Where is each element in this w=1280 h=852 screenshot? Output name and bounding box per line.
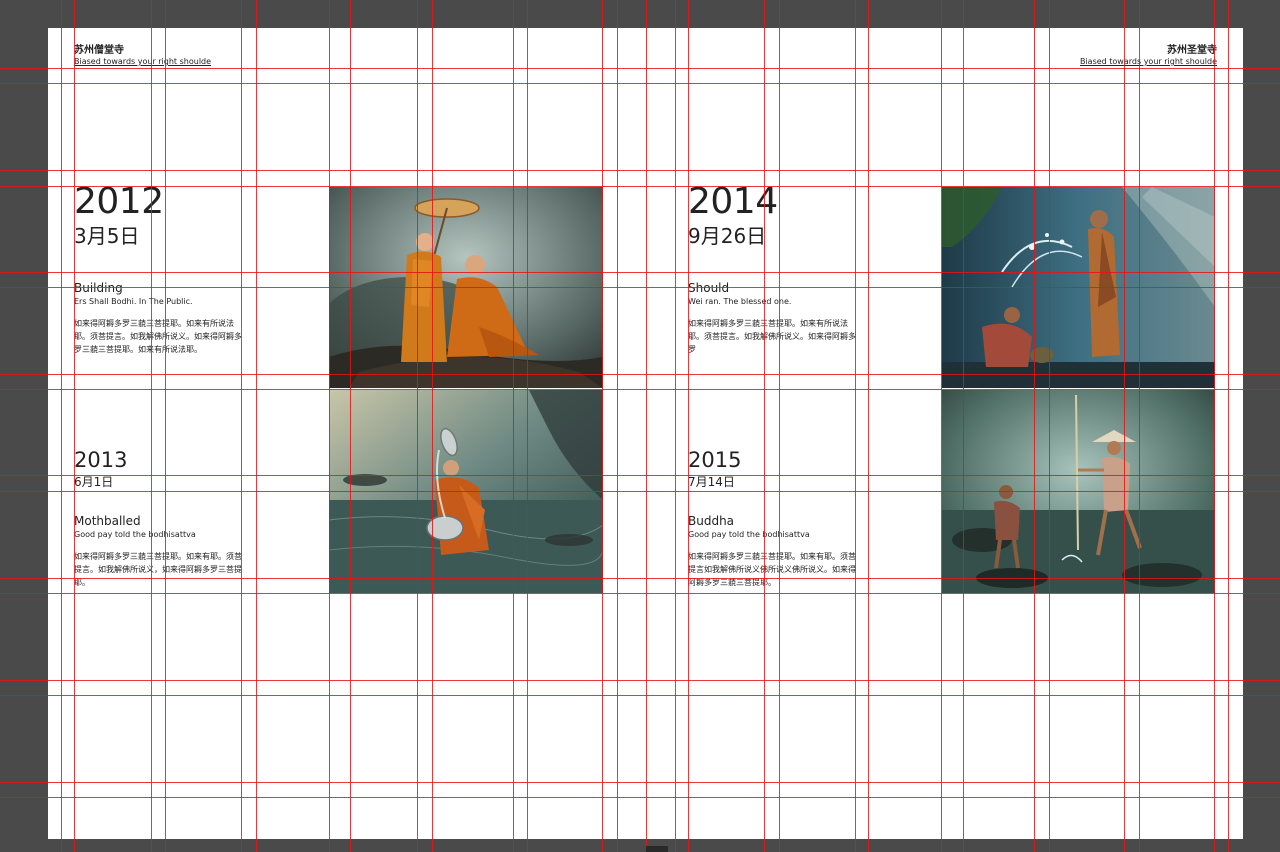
entry-date: 7月14日 (688, 475, 735, 489)
entry-date: 9月26日 (688, 224, 767, 248)
entry-heading: Building (74, 281, 123, 295)
entry-heading: Buddha (688, 514, 735, 528)
entry-year: 2012 (74, 181, 164, 222)
entry-2014: 2014 9月26日 Should Wei ran. The blessed o… (688, 183, 858, 356)
photo-monk-bathing (329, 390, 603, 593)
photo-boys-fishing (942, 390, 1215, 593)
entry-subheading: Wei ran. The blessed one. (688, 297, 792, 306)
entry-2015: 2015 7月14日 Buddha Good pay told the bodh… (688, 448, 858, 589)
entry-subheading: Ers Shall Bodhi. In The Public. (74, 297, 193, 306)
entry-date: 3月5日 (74, 224, 140, 248)
entry-subheading: Good pay told the bodhisattva (688, 530, 810, 539)
entry-body: 如来得阿耨多罗三藐三菩提耶。如来有所说法耶。须菩提言。如我解佛所说义。如来得阿耨… (688, 319, 856, 354)
header-right: 苏州圣堂寺 Biased towards your right shoulde (1080, 44, 1217, 67)
entry-year: 2014 (688, 181, 778, 222)
entry-body: 如来得阿耨多罗三藐三菩提耶。如来有所说法耶。须菩提言。如我解佛所说义。如来得阿耨… (74, 319, 242, 354)
header-right-subtitle: Biased towards your right shoulde (1079, 57, 1217, 66)
entry-2013: 2013 6月1日 Mothballed Good pay told the b… (74, 448, 244, 589)
header-left: 苏州僧堂寺 Biased towards your right shoulde (74, 44, 211, 67)
photo-monks-umbrella (329, 187, 603, 388)
entry-body: 如来得阿耨多罗三藐三菩提耶。如来有耶。须菩提言如我解佛所说义佛所说义佛所说义。如… (688, 552, 856, 587)
header-left-title: 苏州僧堂寺 (74, 45, 124, 56)
entry-heading: Should (688, 281, 730, 295)
entry-year: 2015 (688, 448, 742, 472)
header-right-title: 苏州圣堂寺 (1167, 45, 1217, 56)
entry-heading: Mothballed (74, 514, 141, 528)
spread-page: 苏州僧堂寺 Biased towards your right shoulde … (48, 28, 1243, 839)
entry-date: 6月1日 (74, 475, 114, 489)
entry-year: 2013 (74, 448, 128, 472)
header-left-subtitle: Biased towards your right shoulde (74, 57, 212, 66)
page-scroll-handle[interactable] (646, 846, 668, 852)
entry-subheading: Good pay told the bodhisattva (74, 530, 196, 539)
photo-boys-splashing (942, 187, 1215, 388)
entry-2012: 2012 3月5日 Building Ers Shall Bodhi. In T… (74, 183, 244, 356)
entry-body: 如来得阿耨多罗三藐三菩提耶。如来有耶。须菩提言。如我解佛所说义，如来得阿耨多罗三… (74, 552, 242, 587)
